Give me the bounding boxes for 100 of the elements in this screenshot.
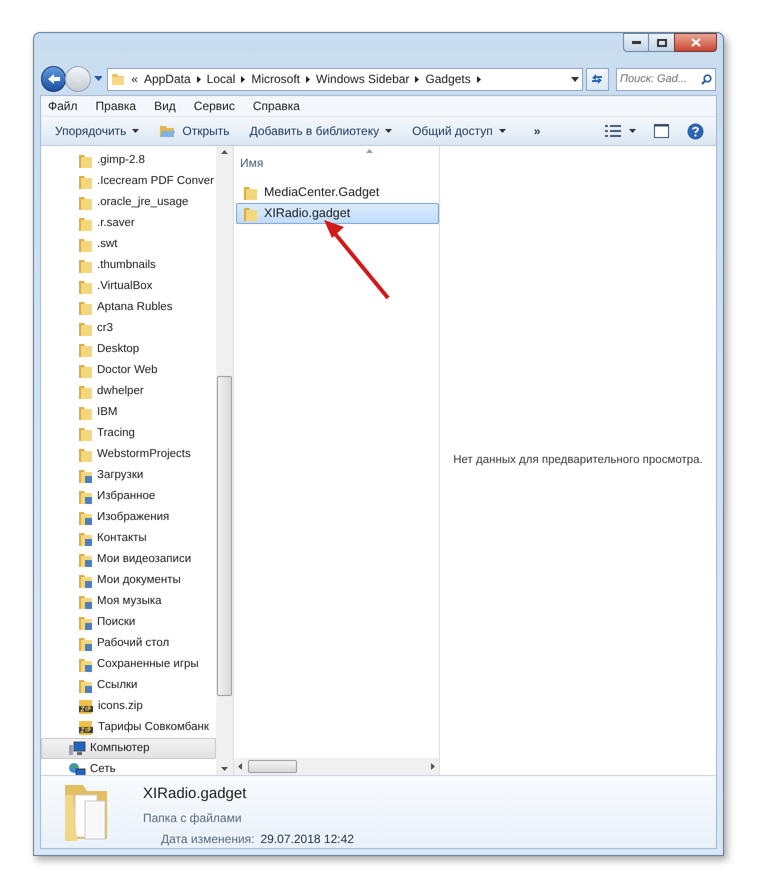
- sidebar-item[interactable]: .gimp-2.8: [41, 150, 216, 171]
- sidebar-item[interactable]: .thumbnails: [41, 255, 216, 276]
- chevron-right-icon: [241, 76, 246, 82]
- back-button[interactable]: [41, 66, 66, 92]
- toolbar-button[interactable]: Добавить в библиотеку: [242, 120, 400, 142]
- special-folder-icon: [78, 552, 93, 568]
- close-button[interactable]: [674, 33, 717, 52]
- folder-icon: [78, 404, 93, 420]
- menu-item[interactable]: Вид: [153, 97, 177, 115]
- sidebar-item[interactable]: icons.zip: [41, 696, 216, 717]
- horizontal-scrollbar[interactable]: [234, 758, 439, 775]
- caret-icon: [385, 129, 392, 133]
- breadcrumb-item[interactable]: Local: [206, 70, 236, 88]
- preview-message: Нет данных для предварительного просмотра.: [453, 452, 703, 468]
- scrollbar-thumb[interactable]: [248, 760, 298, 773]
- close-icon: [690, 38, 700, 47]
- toolbar-button[interactable]: »: [526, 120, 548, 142]
- sidebar-item[interactable]: Рабочий стол: [41, 633, 216, 654]
- special-folder-icon: [78, 510, 93, 526]
- special-folder-icon: [78, 636, 93, 652]
- sidebar-item[interactable]: Изображения: [41, 507, 216, 528]
- menu-item[interactable]: Сервис: [192, 97, 236, 115]
- sidebar-item[interactable]: cr3: [41, 318, 216, 339]
- sidebar-item[interactable]: Тарифы Совкомбанк: [41, 717, 216, 738]
- special-folder-icon: [78, 468, 93, 484]
- zip-file-icon: [78, 698, 94, 714]
- breadcrumb-item[interactable]: AppData: [144, 70, 191, 88]
- toolbar-button[interactable]: Общий доступ: [404, 120, 514, 142]
- folder-icon: [243, 184, 258, 200]
- sidebar-item[interactable]: .oracle_jre_usage: [41, 192, 216, 213]
- maximize-button[interactable]: [649, 33, 674, 52]
- help-icon: [687, 122, 704, 140]
- address-bar[interactable]: « AppData Local Microsoft Windows Sidebar Gadgets: [107, 68, 583, 90]
- folder-icon: [78, 384, 93, 400]
- breadcrumb-overflow[interactable]: «: [131, 70, 138, 88]
- sidebar-item[interactable]: Избранное: [41, 486, 216, 507]
- sidebar-item[interactable]: Aptana Rubles: [41, 297, 216, 318]
- folder-icon: [78, 194, 93, 210]
- sidebar-item[interactable]: Контакты: [41, 528, 216, 549]
- special-folder-icon: [78, 678, 93, 694]
- chevron-right-icon: [196, 76, 201, 82]
- sidebar-item[interactable]: .swt: [41, 234, 216, 255]
- folder-icon: [78, 152, 93, 168]
- sidebar-item[interactable]: Ссылки: [41, 675, 216, 696]
- special-folder-icon: [78, 594, 93, 610]
- menu-item[interactable]: Справка: [252, 97, 301, 115]
- folder-icon: [78, 278, 93, 294]
- breadcrumb-item[interactable]: Microsoft: [251, 70, 300, 88]
- file-item[interactable]: MediaCenter.Gadget: [236, 182, 439, 203]
- sidebar-item[interactable]: Мои документы: [41, 570, 216, 591]
- sidebar-item[interactable]: Загрузки: [41, 465, 216, 486]
- folder-icon: [78, 174, 93, 190]
- sidebar-item[interactable]: Моя музыка: [41, 591, 216, 612]
- date-label: Дата изменения:: [161, 830, 254, 848]
- sidebar-item[interactable]: Desktop: [41, 339, 216, 360]
- sidebar-item[interactable]: Doctor Web: [41, 360, 216, 381]
- sidebar-item[interactable]: .Icecream PDF Conver: [41, 171, 216, 192]
- file-type: Папка с файлами: [143, 810, 243, 826]
- sort-ascending-icon: [366, 149, 373, 153]
- folder-icon: [78, 362, 93, 378]
- breadcrumb-item[interactable]: Gadgets: [425, 70, 471, 88]
- caret-icon: [629, 129, 636, 133]
- chevron-right-icon: [476, 76, 481, 82]
- folder-icon: [78, 426, 93, 442]
- special-folder-icon: [78, 656, 93, 672]
- sidebar-item[interactable]: .r.saver: [41, 213, 216, 234]
- sidebar-item[interactable]: Tracing: [41, 423, 216, 444]
- sidebar-item[interactable]: dwhelper: [41, 381, 216, 402]
- sidebar-item[interactable]: Сохраненные игры: [41, 654, 216, 675]
- menu-item[interactable]: Файл: [47, 97, 79, 115]
- toolbar-button[interactable]: Открыть: [151, 120, 238, 142]
- search-field[interactable]: Поиск: Gad...: [616, 68, 716, 90]
- sidebar-item[interactable]: Поиски: [41, 612, 216, 633]
- caret-icon: [498, 129, 506, 133]
- folder-icon: [78, 342, 93, 358]
- folder-icon: [78, 216, 93, 232]
- toolbar-button[interactable]: Упорядочить: [47, 120, 148, 142]
- menu-item[interactable]: Правка: [94, 97, 138, 115]
- back-arrow-icon: [46, 73, 61, 85]
- refresh-icon: [590, 73, 604, 85]
- history-dropdown-icon: [94, 76, 102, 82]
- minimize-button[interactable]: [623, 33, 649, 52]
- folder-icon: [78, 320, 93, 336]
- refresh-button[interactable]: [586, 68, 609, 90]
- scrollbar-thumb[interactable]: [217, 376, 232, 696]
- breadcrumb-item[interactable]: Windows Sidebar: [316, 70, 410, 88]
- file-item[interactable]: XIRadio.gadget: [236, 203, 439, 224]
- zip-file-icon: [78, 720, 94, 736]
- sidebar-item[interactable]: Мои видеозаписи: [41, 549, 216, 570]
- folder-icon: [243, 206, 258, 222]
- vertical-scrollbar[interactable]: [216, 146, 233, 775]
- column-header[interactable]: Имя: [240, 154, 264, 172]
- computer-icon: [68, 741, 86, 756]
- special-folder-icon: [78, 488, 93, 504]
- sidebar-item[interactable]: WebstormProjects: [41, 444, 216, 465]
- sidebar-item[interactable]: Компьютер: [41, 738, 216, 759]
- sidebar-item[interactable]: .VirtualBox: [41, 276, 216, 297]
- scroll-left-icon: [238, 763, 242, 770]
- folder-icon: [78, 446, 93, 462]
- sidebar-item[interactable]: IBM: [41, 402, 216, 423]
